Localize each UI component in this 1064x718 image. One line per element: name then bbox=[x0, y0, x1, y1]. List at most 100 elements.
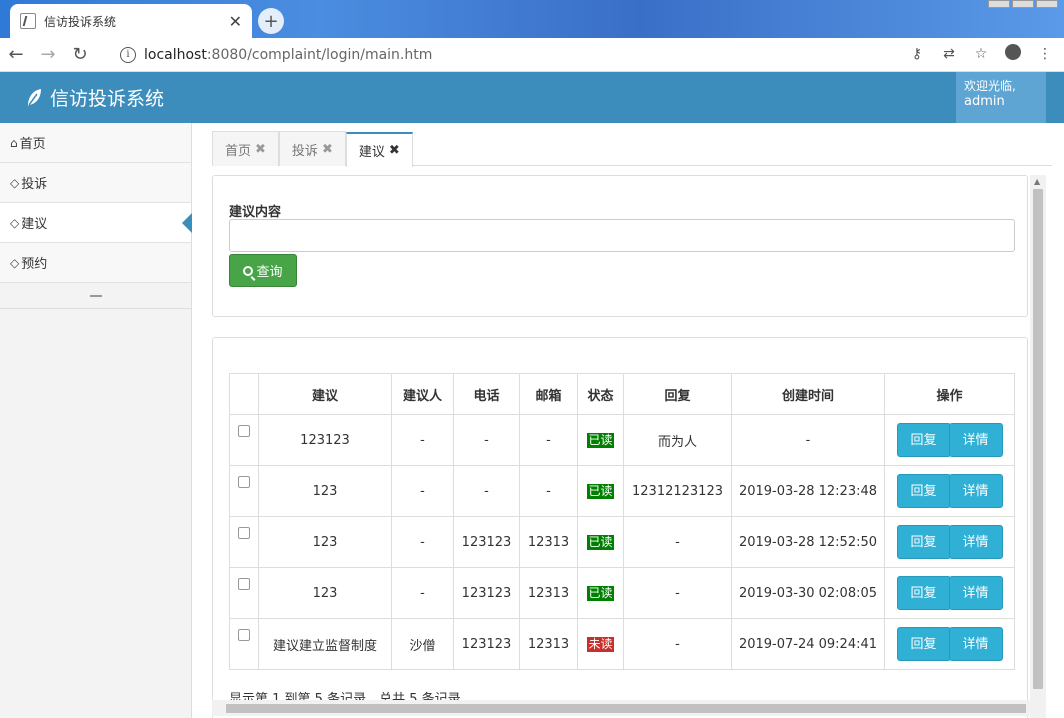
email-cell: 12313 bbox=[519, 516, 578, 568]
created-cell: 2019-03-30 02:08:05 bbox=[731, 567, 885, 619]
reload-icon[interactable]: ↻ bbox=[64, 44, 96, 65]
row-checkbox[interactable] bbox=[238, 629, 250, 641]
table-row: 建议建立监督制度 沙僧 123123 12313 未读 -2019-07-24 09:24… bbox=[229, 618, 1015, 670]
status-cell: 未读 bbox=[577, 618, 624, 670]
vertical-scrollbar[interactable]: ▲ ▼ bbox=[1030, 175, 1046, 718]
table-panel: 建议 建议人 电话 邮箱 状态 回复 创建时间 操作 123123- - - 已读 而为… bbox=[212, 337, 1028, 718]
reply-cell: - bbox=[623, 618, 732, 670]
column-header[interactable]: 创建时间 bbox=[731, 373, 885, 415]
column-header[interactable]: 电话 bbox=[453, 373, 520, 415]
code-icon: ◇ bbox=[10, 175, 20, 190]
sidebar-item-label: 预约 bbox=[21, 257, 48, 272]
status-badge: 未读 bbox=[587, 636, 614, 652]
scroll-up-icon[interactable]: ▲ bbox=[1034, 177, 1040, 186]
translate-icon[interactable]: ⇄ bbox=[940, 46, 958, 62]
created-cell: 2019-03-28 12:52:50 bbox=[731, 516, 885, 568]
window-close-icon[interactable] bbox=[1036, 0, 1058, 8]
detail-button[interactable]: 详情 bbox=[948, 423, 1003, 457]
menu-icon[interactable]: ⋮ bbox=[1036, 46, 1054, 62]
column-header[interactable]: 回复 bbox=[623, 373, 732, 415]
minimize-icon[interactable] bbox=[988, 0, 1010, 8]
sidebar-item-home[interactable]: ⌂ 首页 bbox=[0, 123, 191, 163]
tab-home[interactable]: 首页 ✖ bbox=[212, 131, 279, 166]
sidebar-item-appointment[interactable]: ◇ 预约 bbox=[0, 243, 191, 283]
sidebar-item-label: 首页 bbox=[19, 137, 46, 152]
site-info-icon[interactable]: i bbox=[120, 47, 136, 63]
url-text: localhost:8080/complaint/login/main.htm bbox=[144, 47, 432, 63]
row-checkbox[interactable] bbox=[238, 578, 250, 590]
back-icon[interactable]: ← bbox=[0, 44, 32, 65]
row-checkbox[interactable] bbox=[238, 527, 250, 539]
detail-button[interactable]: 详情 bbox=[948, 627, 1003, 661]
person-cell: - bbox=[391, 414, 454, 466]
reply-cell: - bbox=[623, 567, 732, 619]
sidebar-item-complaint[interactable]: ◇ 投诉 bbox=[0, 163, 191, 203]
table-row: 123-123123 12313 已读 -2019-03-30 02:08:05 回复详… bbox=[229, 567, 1015, 619]
column-header[interactable]: 邮箱 bbox=[519, 373, 578, 415]
scrollbar-thumb[interactable] bbox=[1033, 189, 1043, 689]
person-cell: - bbox=[391, 516, 454, 568]
detail-button[interactable]: 详情 bbox=[948, 576, 1003, 610]
status-badge: 已读 bbox=[587, 432, 614, 448]
username: admin bbox=[964, 94, 1005, 109]
phone-cell: 123123 bbox=[453, 516, 520, 568]
forward-icon[interactable]: → bbox=[32, 44, 64, 65]
column-header: 操作 bbox=[884, 373, 1015, 415]
search-input[interactable] bbox=[229, 219, 1015, 252]
scrollbar-thumb[interactable] bbox=[226, 704, 1026, 713]
person-cell: - bbox=[391, 567, 454, 619]
reply-button[interactable]: 回复 bbox=[896, 423, 951, 457]
url-path: :8080/complaint/login/main.htm bbox=[206, 47, 433, 63]
close-tab-icon[interactable]: ✕ bbox=[229, 12, 242, 31]
suggestion-table: 建议 建议人 电话 邮箱 状态 回复 创建时间 操作 123123- - - 已读 而为… bbox=[229, 373, 1015, 670]
status-cell: 已读 bbox=[577, 567, 624, 619]
search-icon bbox=[243, 265, 254, 276]
status-cell: 已读 bbox=[577, 465, 624, 517]
home-icon: ⌂ bbox=[10, 135, 18, 150]
reply-button[interactable]: 回复 bbox=[896, 525, 951, 559]
tab-complaint[interactable]: 投诉 ✖ bbox=[278, 131, 346, 166]
search-panel: 建议内容 查询 bbox=[212, 175, 1028, 317]
suggestion-cell: 123 bbox=[258, 465, 392, 517]
reply-button[interactable]: 回复 bbox=[896, 576, 951, 610]
browser-actions: ⚷ ⇄ ☆ ⋮ bbox=[908, 44, 1054, 64]
horizontal-scrollbar[interactable] bbox=[212, 700, 1046, 716]
brand[interactable]: 信访投诉系统 bbox=[26, 84, 164, 111]
sidebar-collapse-toggle[interactable] bbox=[0, 283, 191, 309]
actions-cell: 回复 详情 bbox=[884, 516, 1015, 568]
app-header: 信访投诉系统 欢迎光临, admin bbox=[0, 72, 1064, 123]
person-cell: 沙僧 bbox=[391, 618, 454, 670]
reply-button[interactable]: 回复 bbox=[896, 474, 951, 508]
profile-icon[interactable] bbox=[1004, 44, 1022, 64]
row-select-cell bbox=[229, 618, 259, 670]
reply-button[interactable]: 回复 bbox=[896, 627, 951, 661]
status-cell: 已读 bbox=[577, 414, 624, 466]
detail-button[interactable]: 详情 bbox=[948, 474, 1003, 508]
url-field[interactable]: i localhost:8080/complaint/login/main.ht… bbox=[112, 42, 992, 68]
main-content: 首页 ✖ 投诉 ✖ 建议 ✖ 建议内容 查询 建议 建议人 电话 邮箱 状态 回… bbox=[192, 123, 1064, 718]
column-header[interactable]: 建议人 bbox=[391, 373, 454, 415]
new-tab-button[interactable]: + bbox=[258, 8, 284, 34]
close-icon[interactable]: ✖ bbox=[255, 142, 266, 157]
window-controls bbox=[986, 0, 1058, 8]
column-header[interactable]: 建议 bbox=[258, 373, 392, 415]
select-all-header bbox=[229, 373, 259, 415]
close-icon[interactable]: ✖ bbox=[389, 143, 400, 158]
bookmark-star-icon[interactable]: ☆ bbox=[972, 46, 990, 62]
row-checkbox[interactable] bbox=[238, 476, 250, 488]
address-bar: ← → ↻ i localhost:8080/complaint/login/m… bbox=[0, 38, 1064, 72]
column-header[interactable]: 状态 bbox=[577, 373, 624, 415]
close-icon[interactable]: ✖ bbox=[322, 142, 333, 157]
key-icon[interactable]: ⚷ bbox=[908, 46, 926, 62]
search-button[interactable]: 查询 bbox=[229, 254, 297, 287]
row-checkbox[interactable] bbox=[238, 425, 250, 437]
status-cell: 已读 bbox=[577, 516, 624, 568]
phone-cell: - bbox=[453, 465, 520, 517]
user-menu[interactable]: 欢迎光临, admin bbox=[956, 72, 1046, 123]
page-favicon-icon bbox=[20, 13, 36, 29]
browser-tab[interactable]: 信访投诉系统 ✕ bbox=[10, 4, 252, 38]
maximize-icon[interactable] bbox=[1012, 0, 1034, 8]
detail-button[interactable]: 详情 bbox=[948, 525, 1003, 559]
sidebar-item-suggestion[interactable]: ◇ 建议 bbox=[0, 203, 192, 243]
tab-suggestion[interactable]: 建议 ✖ bbox=[345, 132, 413, 167]
